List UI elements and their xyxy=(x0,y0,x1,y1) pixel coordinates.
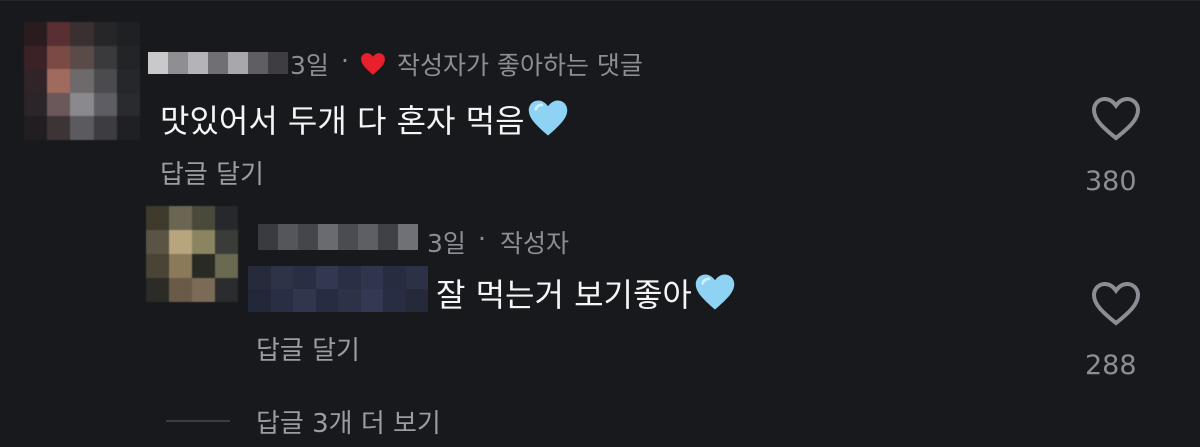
heart-outline-icon[interactable] xyxy=(1090,280,1142,328)
comment-text-content: 맛있어서 두개 다 혼자 먹음 xyxy=(160,102,525,140)
username[interactable] xyxy=(148,52,288,74)
comment-text: 맛있어서 두개 다 혼자 먹음 xyxy=(160,96,569,142)
reply-text: 잘 먹는거 보기좋아 xyxy=(436,270,736,316)
red-heart-icon xyxy=(361,53,385,75)
reply-text-content: 잘 먹는거 보기좋아 xyxy=(436,276,692,314)
mention-username[interactable] xyxy=(248,266,428,312)
more-replies-divider xyxy=(166,420,230,422)
view-more-replies-button[interactable]: 답글 3개 더 보기 xyxy=(256,403,441,440)
username[interactable] xyxy=(258,224,418,250)
like-count: 380 xyxy=(1085,166,1137,197)
reply-button[interactable]: 답글 달기 xyxy=(160,154,264,191)
like-count: 288 xyxy=(1085,350,1137,381)
blue-heart-emoji-icon xyxy=(528,100,567,136)
avatar[interactable] xyxy=(24,22,140,140)
comment-time: 3일 xyxy=(290,51,329,80)
heart-outline-icon[interactable] xyxy=(1090,95,1142,143)
reply-time: 3일 xyxy=(427,229,466,258)
reply-button[interactable]: 답글 달기 xyxy=(256,330,360,367)
liked-by-author-label: 작성자가 좋아하는 댓글 xyxy=(397,51,643,80)
author-badge: 작성자 xyxy=(500,229,570,258)
top-divider xyxy=(0,0,1200,1)
blue-heart-emoji-icon xyxy=(695,274,735,310)
separator-dot: · xyxy=(341,46,349,75)
separator-dot: · xyxy=(478,224,486,253)
avatar[interactable] xyxy=(146,206,238,302)
